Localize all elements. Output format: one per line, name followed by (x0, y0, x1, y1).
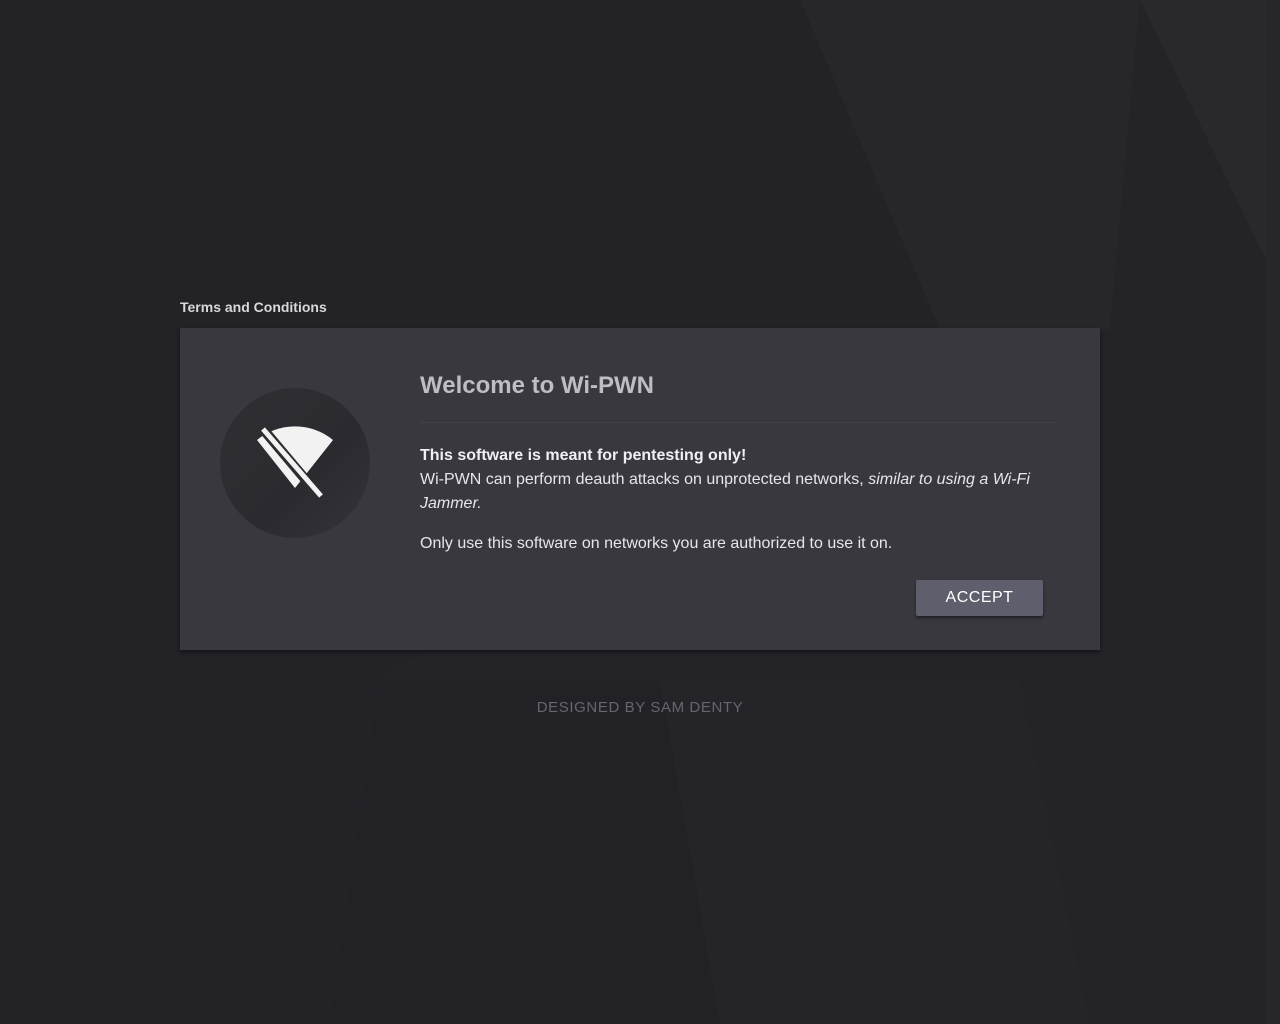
section-label: Terms and Conditions (180, 299, 327, 315)
terms-body: This software is meant for pentesting on… (420, 444, 1060, 556)
warning-text: This software is meant for pentesting on… (420, 447, 747, 464)
title-divider (420, 422, 1056, 423)
accept-button[interactable]: ACCEPT (916, 580, 1043, 616)
terms-card: Welcome to Wi-PWN This software is meant… (180, 328, 1100, 650)
authorization-notice: Only use this software on networks you a… (420, 535, 893, 552)
page-title: Welcome to Wi-PWN (420, 372, 655, 399)
background-facet (660, 680, 1090, 1024)
description-text: Wi-PWN can perform deauth attacks on unp… (420, 468, 1060, 516)
background-facet (1140, 0, 1266, 260)
description-plain: Wi-PWN can perform deauth attacks on unp… (420, 471, 869, 488)
page-scroll-edge (1266, 0, 1280, 1024)
footer-credit: DESIGNED BY SAM DENTY (536, 699, 744, 716)
icon-badge (220, 388, 370, 538)
wifi-off-icon (257, 426, 333, 498)
